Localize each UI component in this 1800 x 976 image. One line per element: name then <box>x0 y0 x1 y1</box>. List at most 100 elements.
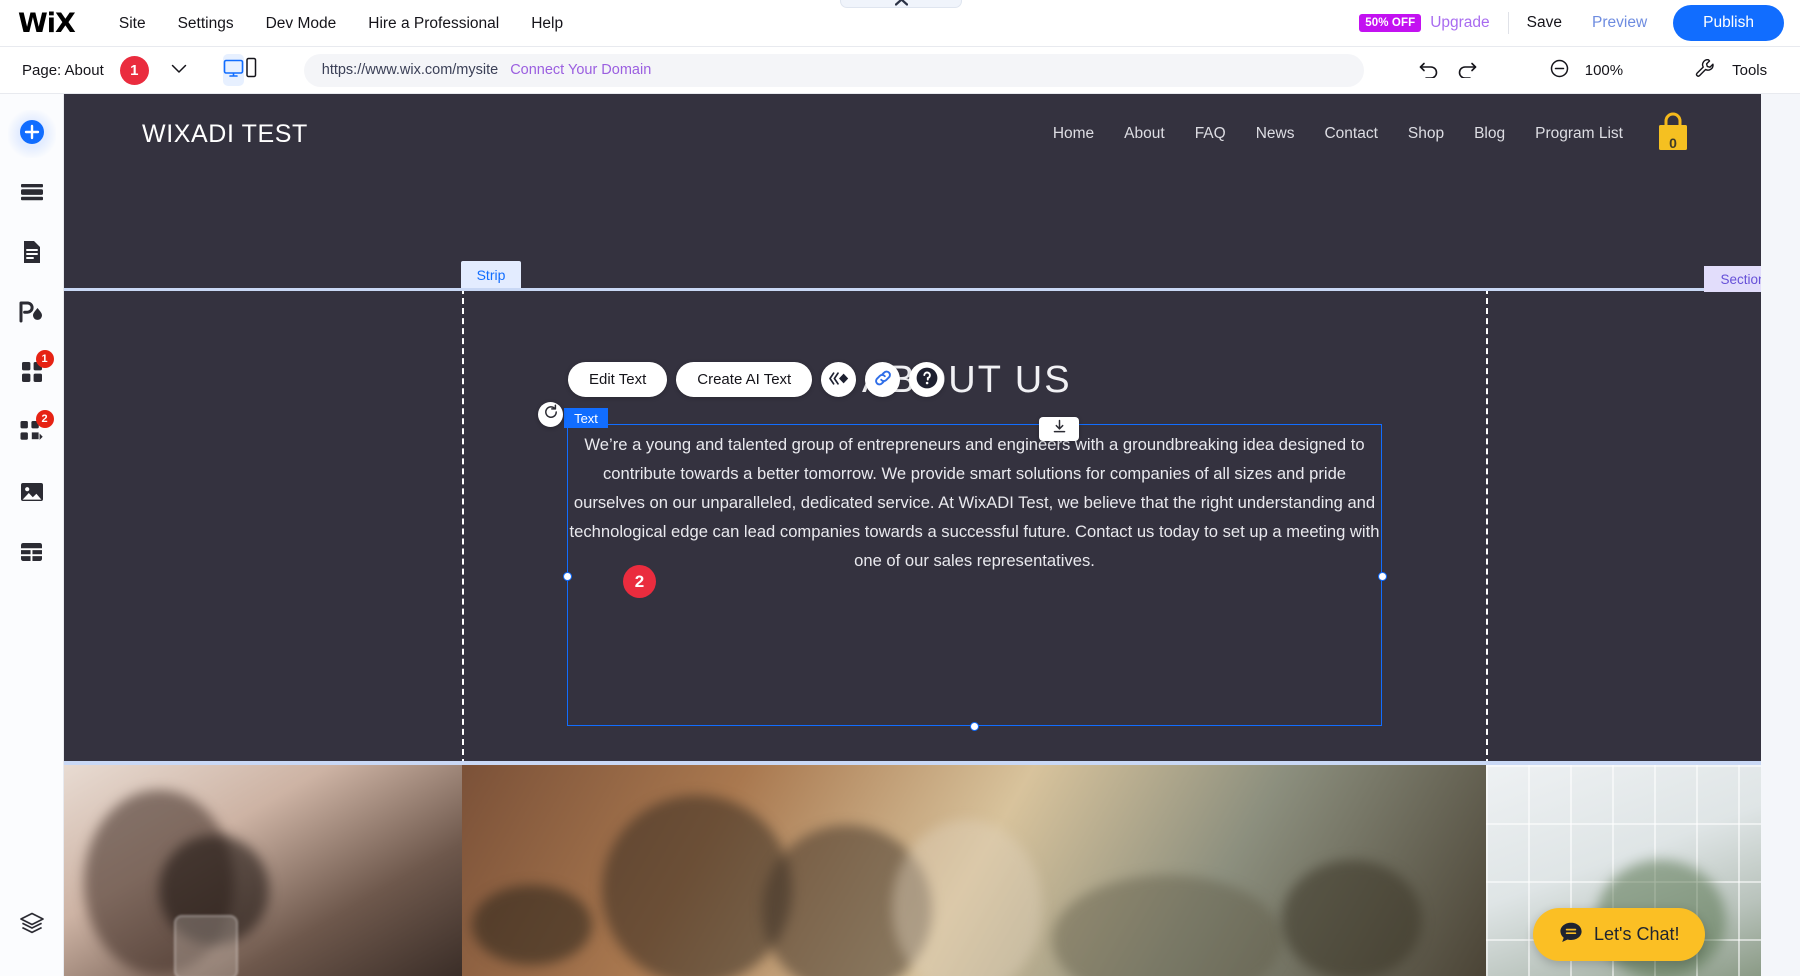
nav-link-program-list[interactable]: Program List <box>1535 125 1623 143</box>
site-preview[interactable]: WIXADI TEST Home About FAQ News Contact … <box>64 94 1761 976</box>
desktop-icon <box>223 58 244 83</box>
chat-bubble-icon <box>1559 921 1583 949</box>
app-market-badge: 2 <box>35 410 54 428</box>
sidebar-item-add-elements[interactable] <box>7 110 56 158</box>
link-icon <box>873 368 893 391</box>
desktop-view-button[interactable] <box>222 54 244 86</box>
chevron-down-icon <box>171 61 187 79</box>
editor-toolbar: Page: About 1 https://www.wix.com/mysite… <box>0 47 1800 94</box>
cart-button[interactable]: 0 <box>1653 112 1693 156</box>
topbar-actions: 50% OFF Upgrade Save Preview Publish <box>1359 5 1800 41</box>
wix-logo[interactable]: WiX <box>18 8 76 39</box>
discount-badge: 50% OFF <box>1359 14 1422 32</box>
image-icon <box>19 480 45 509</box>
publish-button[interactable]: Publish <box>1673 5 1784 41</box>
site-header: WIXADI TEST Home About FAQ News Contact … <box>64 94 1761 174</box>
undo-icon[interactable] <box>1418 59 1440 82</box>
nav-link-news[interactable]: News <box>1256 125 1295 143</box>
lets-chat-button[interactable]: Let's Chat! <box>1533 908 1706 961</box>
sidebar-item-apps[interactable]: 1 <box>8 350 56 398</box>
menu-item-hire-a-professional[interactable]: Hire a Professional <box>352 0 515 47</box>
menu-item-dev-mode[interactable]: Dev Mode <box>250 0 353 47</box>
annotation-marker-1: 1 <box>119 55 149 85</box>
gallery-image-1[interactable] <box>64 765 462 976</box>
about-paragraph[interactable]: We’re a young and talented group of entr… <box>567 430 1382 575</box>
create-ai-text-button[interactable]: Create AI Text <box>676 362 813 397</box>
preview-button[interactable]: Preview <box>1592 14 1647 32</box>
edit-text-button[interactable]: Edit Text <box>568 362 668 397</box>
menu-item-settings[interactable]: Settings <box>162 0 250 47</box>
annotation-marker-2: 2 <box>623 565 656 598</box>
animation-icon <box>828 370 849 390</box>
table-icon <box>19 540 44 569</box>
sidebar-item-layers[interactable] <box>8 902 56 950</box>
apps-badge: 1 <box>35 350 54 368</box>
mobile-icon <box>244 57 258 83</box>
site-nav-menu: Home About FAQ News Contact Shop Blog Pr… <box>1023 112 1761 156</box>
help-icon <box>915 366 939 393</box>
site-logo[interactable]: WIXADI TEST <box>142 120 308 149</box>
nav-link-faq[interactable]: FAQ <box>1195 125 1226 143</box>
resize-handle-right[interactable] <box>1377 572 1387 581</box>
plus-circle-icon <box>17 117 47 152</box>
layers-icon <box>19 911 45 941</box>
wrench-icon <box>1695 58 1716 82</box>
resize-handle-left[interactable] <box>562 572 572 581</box>
element-edit-toolbar: Edit Text Create AI Text <box>568 362 945 397</box>
gallery-image-2[interactable] <box>462 765 1486 976</box>
lets-chat-label: Let's Chat! <box>1594 924 1680 944</box>
chevron-up-icon <box>894 0 908 6</box>
text-element-badge[interactable]: Text <box>564 408 608 428</box>
sections-icon <box>19 179 45 210</box>
save-button[interactable]: Save <box>1527 14 1562 32</box>
strip-top-boundary <box>64 288 1761 291</box>
undo-redo-group <box>1400 59 1496 82</box>
sidebar-item-content-manager[interactable] <box>8 530 56 578</box>
collapse-toolbar-tab[interactable] <box>840 0 962 8</box>
sidebar-item-site-sections[interactable] <box>8 170 56 218</box>
sidebar-item-site-design[interactable] <box>8 290 56 338</box>
rotate-handle[interactable] <box>538 402 563 427</box>
top-menu-bar: WiX Site Settings Dev Mode Hire a Profes… <box>0 0 1800 47</box>
upgrade-link[interactable]: Upgrade <box>1430 14 1489 32</box>
zoom-level-label: 100% <box>1584 61 1624 79</box>
site-url-bar[interactable]: https://www.wix.com/mysite Connect Your … <box>303 53 1364 87</box>
cart-count: 0 <box>1669 135 1677 151</box>
strip-label[interactable]: Strip <box>461 261 521 288</box>
nav-link-contact[interactable]: Contact <box>1324 125 1377 143</box>
menu-item-help[interactable]: Help <box>515 0 579 47</box>
nav-link-home[interactable]: Home <box>1053 125 1094 143</box>
link-button[interactable] <box>865 362 901 397</box>
zoom-control[interactable]: 100% <box>1532 59 1641 82</box>
editor-canvas[interactable]: WIXADI TEST Home About FAQ News Contact … <box>64 94 1800 976</box>
section-label[interactable]: Section: About <box>1704 266 1761 292</box>
sidebar-item-media[interactable] <box>8 470 56 518</box>
divider <box>1507 12 1509 34</box>
tools-label: Tools <box>1732 61 1768 79</box>
redo-icon[interactable] <box>1456 59 1478 82</box>
guide-line-left <box>462 288 464 765</box>
page-selector-label[interactable]: Page: About <box>22 62 104 79</box>
tools-button[interactable]: Tools <box>1677 58 1785 82</box>
page-selector-chevron[interactable] <box>171 61 187 79</box>
pages-icon <box>19 239 45 270</box>
left-sidebar: 1 2 <box>0 94 64 976</box>
guide-line-right <box>1486 288 1488 765</box>
nav-link-about[interactable]: About <box>1124 125 1165 143</box>
resize-handle-bottom[interactable] <box>970 722 979 731</box>
nav-link-shop[interactable]: Shop <box>1408 125 1444 143</box>
nav-link-blog[interactable]: Blog <box>1474 125 1505 143</box>
connect-domain-link[interactable]: Connect Your Domain <box>510 62 651 78</box>
animation-button[interactable] <box>821 362 857 397</box>
download-icon <box>1052 419 1067 439</box>
zoom-out-icon[interactable] <box>1550 59 1569 82</box>
strip-bottom-boundary <box>64 761 1761 765</box>
sidebar-item-app-market[interactable]: 2 <box>8 410 56 458</box>
rotate-icon <box>543 404 559 425</box>
menu-item-site[interactable]: Site <box>103 0 162 47</box>
sidebar-item-pages[interactable] <box>8 230 56 278</box>
download-text-button[interactable] <box>1039 417 1079 441</box>
help-button[interactable] <box>909 362 945 397</box>
site-url-text: https://www.wix.com/mysite <box>321 62 499 78</box>
mobile-view-button[interactable] <box>244 54 258 86</box>
